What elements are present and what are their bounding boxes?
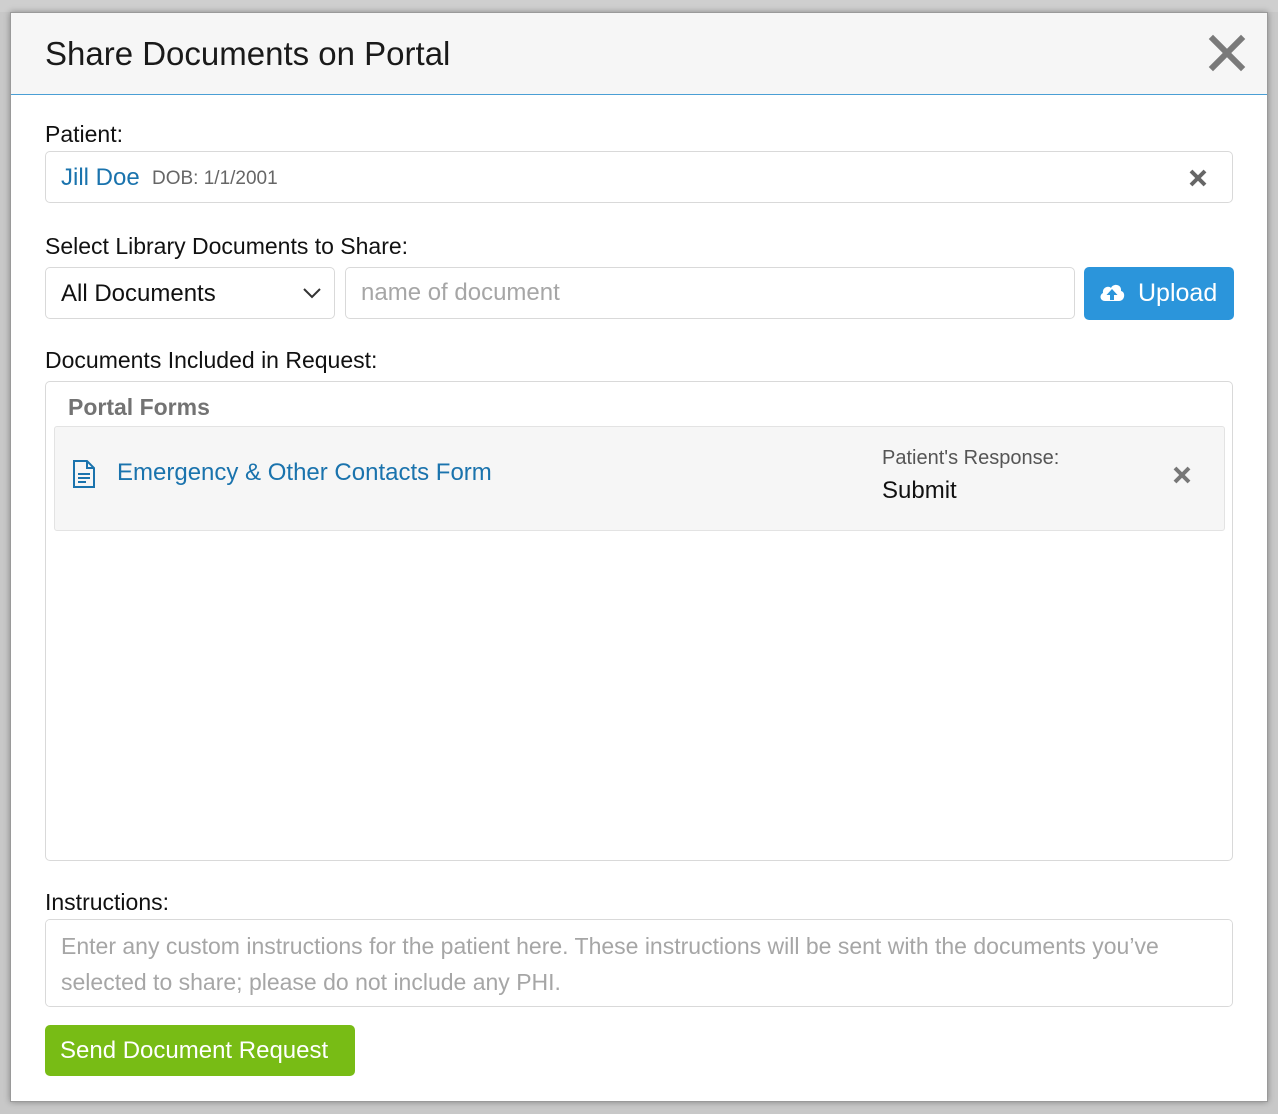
instructions-textarea[interactable] [45,919,1233,1007]
clear-icon[interactable] [1188,168,1208,188]
upload-button-label: Upload [1138,279,1218,307]
response-label: Patient's Response: [882,447,1060,469]
patient-dob: DOB: 1/1/2001 [152,168,278,189]
patient-name[interactable]: Jill Doe [61,164,140,192]
library-label: Select Library Documents to Share: [45,233,409,259]
send-document-request-button[interactable]: Send Document Request [45,1025,355,1076]
chevron-down-icon [302,286,322,300]
document-icon [71,459,97,489]
instructions-label: Instructions: [45,889,169,915]
modal-title: Share Documents on Portal [45,35,451,72]
document-filter-value: All Documents [61,280,216,307]
included-documents-list: Portal Forms Emergency & Other Contacts … [45,381,1233,861]
close-icon[interactable] [1207,33,1247,73]
document-name-link[interactable]: Emergency & Other Contacts Form [117,459,492,487]
upload-button[interactable]: Upload [1084,267,1234,320]
patient-label: Patient: [45,121,123,147]
document-search-input[interactable] [345,267,1075,319]
document-filter-select[interactable]: All Documents [45,267,335,319]
patient-selector[interactable]: Jill Doe DOB: 1/1/2001 [45,151,1233,203]
included-label: Documents Included in Request: [45,347,378,373]
send-button-label: Send Document Request [60,1037,329,1064]
cloud-upload-icon [1098,281,1126,305]
share-documents-modal: Share Documents on Portal Patient: Jill … [10,12,1268,1102]
response-value: Submit [882,477,957,504]
page-backdrop [0,0,1278,12]
list-item: Emergency & Other Contacts Form Patient'… [54,426,1225,531]
group-title: Portal Forms [68,394,210,420]
modal-header: Share Documents on Portal [11,13,1267,95]
remove-icon[interactable] [1172,465,1192,485]
